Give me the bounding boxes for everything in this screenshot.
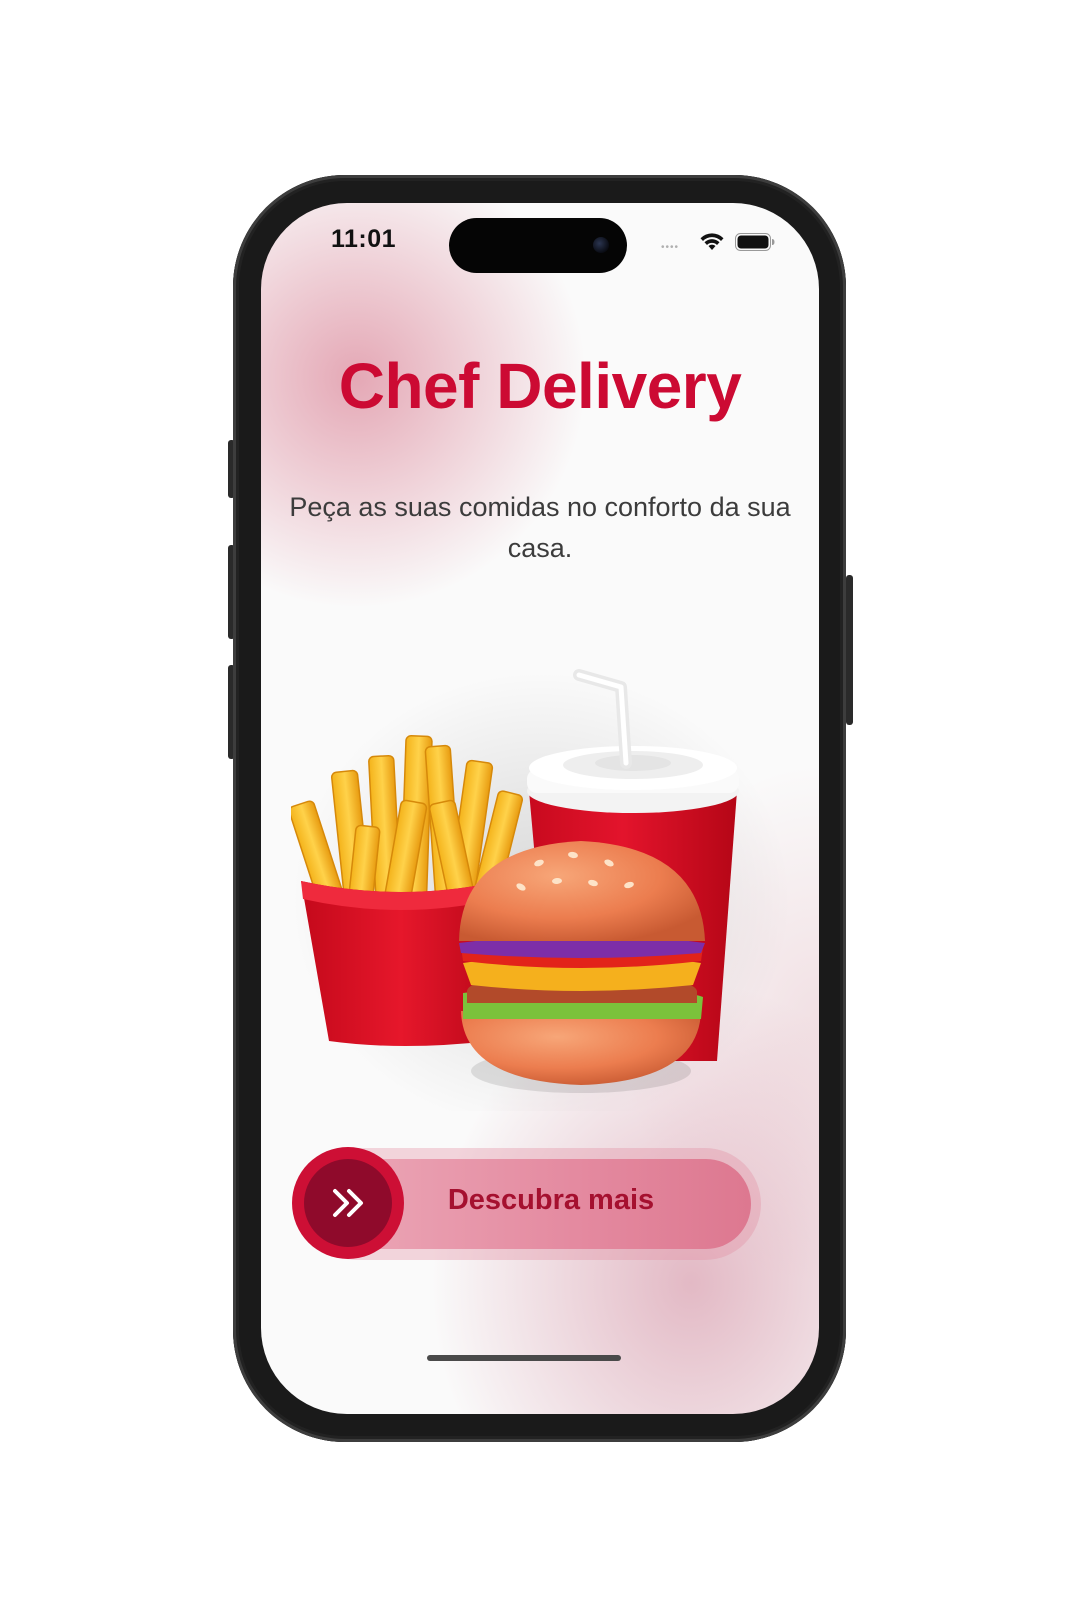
cellular-signal-icon: •••• — [661, 242, 680, 253]
burger-fries-soda-illustration — [291, 669, 791, 1111]
phone-screen: 11:01 •••• Chef Delivery Peça as suas co… — [261, 203, 819, 1414]
page: 11:01 •••• Chef Delivery Peça as suas co… — [0, 0, 1080, 1620]
camera-icon — [593, 237, 609, 253]
slider-knob-inner — [304, 1159, 392, 1247]
wifi-icon — [700, 233, 724, 250]
battery-icon — [735, 233, 775, 251]
chevrons-right-icon — [333, 1189, 363, 1217]
dynamic-island — [449, 218, 627, 273]
status-indicators: •••• — [661, 231, 776, 253]
home-indicator[interactable] — [427, 1355, 621, 1361]
power-button — [846, 575, 853, 725]
discover-slider-knob[interactable] — [292, 1147, 404, 1259]
status-time: 11:01 — [331, 225, 397, 253]
app-title: Chef Delivery — [338, 350, 742, 422]
discover-slider-label: Descubra mais — [447, 1184, 655, 1216]
app-subtitle: Peça as suas comidas no conforto da sua … — [289, 492, 791, 563]
